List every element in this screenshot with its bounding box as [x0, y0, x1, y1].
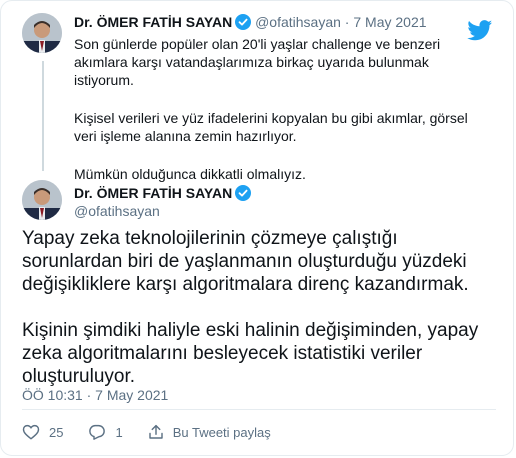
- reply-count: 1: [115, 424, 123, 440]
- main-timestamp[interactable]: ÖÖ 10:31 · 7 May 2021: [22, 387, 168, 403]
- main-paragraph: Yapay zeka teknolojilerinin çözmeye çalı…: [22, 228, 469, 295]
- like-button[interactable]: 25: [22, 423, 63, 441]
- share-icon: [147, 423, 165, 441]
- reply-icon: [88, 423, 106, 441]
- reply-avatar[interactable]: [22, 13, 62, 53]
- tweet-embed-card: Dr. ÖMER FATİH SAYAN @ofatihsayan · 7 Ma…: [0, 0, 514, 456]
- reply-display-name[interactable]: Dr. ÖMER FATİH SAYAN: [74, 14, 232, 30]
- main-header: Dr. ÖMER FATİH SAYAN: [74, 184, 252, 205]
- reply-separator: ·: [344, 14, 350, 30]
- thread-connector-line: [42, 61, 44, 171]
- main-display-name[interactable]: Dr. ÖMER FATİH SAYAN: [74, 185, 232, 201]
- like-count: 25: [49, 424, 64, 440]
- share-tweet-label: Bu Tweeti paylaş: [172, 424, 271, 440]
- verified-badge-icon: [235, 185, 252, 205]
- main-body: Yapay zeka teknolojilerinin çözmeye çalı…: [22, 227, 502, 411]
- actions-divider: [22, 409, 496, 410]
- main-handle[interactable]: @ofatihsayan: [74, 203, 160, 219]
- action-bar: 25 1 Bu Tweeti paylaş: [22, 422, 271, 442]
- reply-paragraph: Son günlerde popüler olan 20'li yaşlar c…: [74, 36, 441, 88]
- reply-paragraph: Mümkün olduğunca dikkatli olmalıyız.: [74, 166, 306, 182]
- share-tweet-button[interactable]: Bu Tweeti paylaş: [147, 423, 271, 441]
- reply-header: Dr. ÖMER FATİH SAYAN @ofatihsayan · 7 Ma…: [74, 13, 427, 34]
- heart-icon: [22, 423, 40, 441]
- reply-body: Son günlerde popüler olan 20'li yaşlar c…: [74, 35, 484, 203]
- reply-button[interactable]: 1: [88, 423, 123, 441]
- main-avatar[interactable]: [22, 180, 62, 220]
- main-paragraph: Kişinin şimdiki haliyle eski halinin değ…: [22, 320, 479, 387]
- reply-date[interactable]: 7 May 2021: [353, 14, 426, 30]
- reply-paragraph: Kişisel verileri ve yüz ifadelerini kopy…: [74, 110, 468, 144]
- verified-badge-icon: [235, 14, 252, 34]
- reply-handle[interactable]: @ofatihsayan: [255, 14, 341, 30]
